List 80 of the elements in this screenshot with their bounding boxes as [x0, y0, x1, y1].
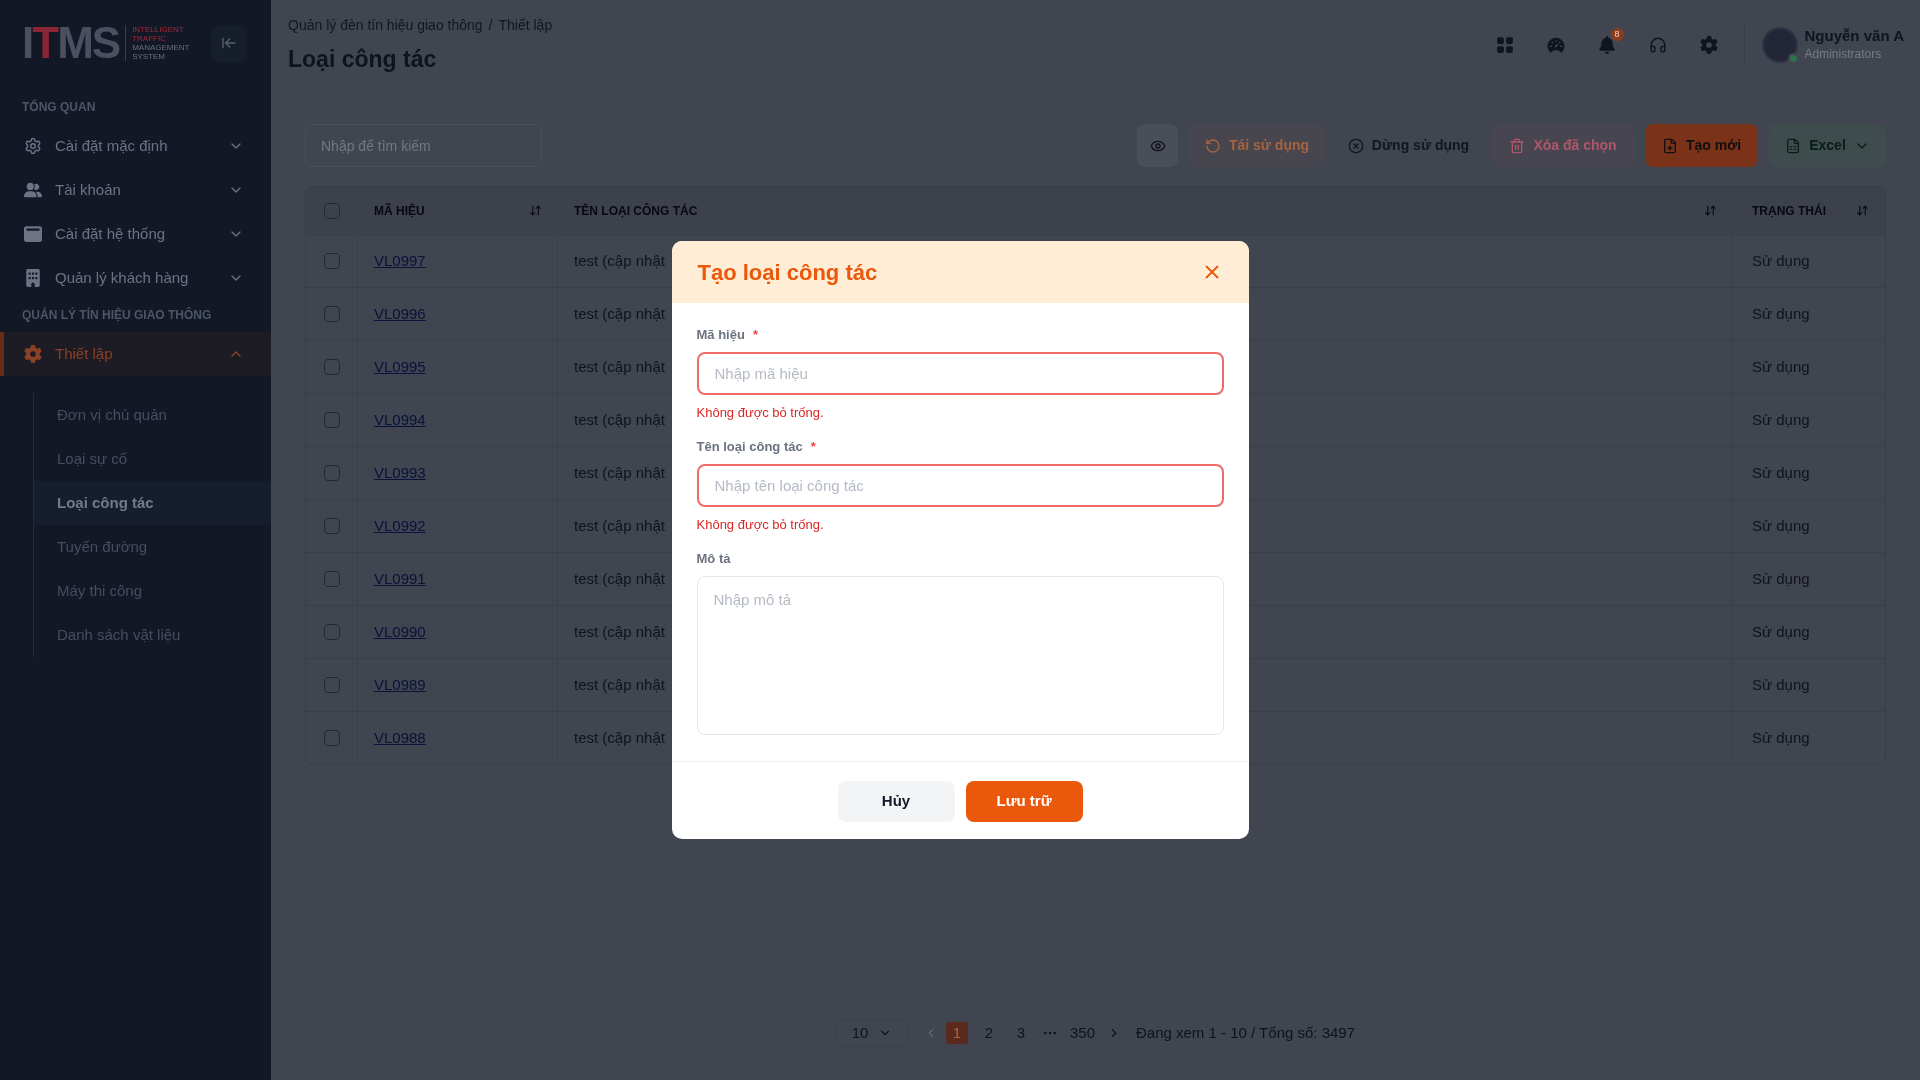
- circle-x-icon: [1347, 137, 1364, 154]
- settings-icon: [24, 137, 42, 155]
- arrow-left-bar-icon: [221, 35, 237, 51]
- trash-icon: [1509, 137, 1526, 154]
- save-button[interactable]: Lưu trữ: [965, 781, 1083, 822]
- submenu-item[interactable]: Loại công tác: [34, 481, 271, 525]
- error-message: Không được bỏ trống.: [696, 404, 825, 422]
- sort-icon[interactable]: [529, 204, 542, 217]
- code-link[interactable]: VL0997: [374, 249, 426, 273]
- excel-export-button[interactable]: Excel: [1769, 124, 1886, 167]
- settings-icon[interactable]: [1699, 36, 1718, 54]
- error-message: Không được bỏ trống.: [696, 516, 825, 534]
- row-checkbox[interactable]: [323, 412, 340, 428]
- row-checkbox[interactable]: [323, 465, 340, 481]
- users-icon: [24, 181, 42, 199]
- text-input[interactable]: Nhập tên loại công tác: [696, 464, 1224, 507]
- sidebar-item[interactable]: Cài đặt hệ thống: [0, 212, 271, 256]
- sidebar-item[interactable]: Thiết lập: [0, 332, 271, 376]
- logo-wordmark: ITMS: [22, 22, 120, 64]
- submenu-item[interactable]: Tuyến đường: [34, 525, 271, 569]
- headset-icon[interactable]: [1648, 36, 1667, 54]
- code-link[interactable]: VL0994: [374, 408, 426, 432]
- row-checkbox[interactable]: [323, 253, 340, 269]
- grid-icon[interactable]: [1495, 36, 1514, 54]
- gear-icon: [24, 345, 42, 363]
- section-heading: QUẢN LÝ TÍN HIỆU GIAO THÔNG: [21, 306, 213, 324]
- row-checkbox[interactable]: [323, 359, 340, 375]
- collapse-sidebar-button[interactable]: [211, 24, 247, 62]
- sidebar-item[interactable]: Tài khoản: [0, 168, 271, 212]
- code-link[interactable]: VL0992: [374, 514, 426, 538]
- code-link[interactable]: VL0991: [374, 567, 426, 591]
- code-link[interactable]: VL0996: [374, 302, 426, 326]
- view-button[interactable]: [1137, 124, 1178, 167]
- column-header: TRẠNG THÁI: [1752, 202, 1826, 220]
- logo-tagline: INTELLIGENT TRAFFIC MANAGEMENT SYSTEM: [125, 25, 190, 61]
- page-button[interactable]: 1: [945, 1022, 968, 1044]
- textarea-field[interactable]: Nhập mô tả: [696, 576, 1224, 735]
- sidebar-item[interactable]: Quản lý khách hàng: [0, 256, 271, 300]
- select-all-checkbox[interactable]: [324, 202, 340, 219]
- field-label: Tên loại công tác: [696, 438, 803, 457]
- row-checkbox[interactable]: [323, 677, 340, 693]
- avatar[interactable]: [1761, 27, 1798, 63]
- submenu-item[interactable]: Máy thi công: [34, 569, 271, 613]
- code-link[interactable]: VL0988: [374, 726, 426, 750]
- column-header: TÊN LOẠI CÔNG TÁC: [574, 202, 698, 220]
- row-checkbox[interactable]: [323, 306, 340, 322]
- row-checkbox[interactable]: [323, 571, 340, 587]
- row-checkbox[interactable]: [323, 624, 340, 640]
- submenu-item[interactable]: Đơn vị chủ quản: [34, 393, 271, 437]
- section-heading: TỔNG QUAN: [21, 98, 97, 116]
- field-label: Mã hiệu: [696, 326, 745, 345]
- create-button[interactable]: Tạo mới: [1645, 124, 1758, 167]
- submenu-item[interactable]: Danh sách vật liệu: [34, 613, 271, 657]
- window-icon: [24, 225, 42, 243]
- code-link[interactable]: VL0993: [374, 461, 426, 485]
- field-label: Mô tả: [696, 550, 731, 569]
- code-link[interactable]: VL0990: [374, 620, 426, 644]
- column-header: MÃ HIỆU: [374, 202, 425, 220]
- speedometer-icon[interactable]: [1546, 36, 1565, 54]
- text-input[interactable]: Nhập mã hiệu: [696, 352, 1224, 395]
- row-checkbox[interactable]: [323, 730, 340, 746]
- required-asterisk: *: [810, 438, 816, 457]
- breadcrumb-separator: /: [488, 16, 493, 35]
- bell-icon[interactable]: [1597, 36, 1616, 54]
- building-icon: [24, 269, 42, 287]
- code-link[interactable]: VL0989: [374, 673, 426, 697]
- sort-icon[interactable]: [1856, 204, 1869, 217]
- file-plus-icon: [1661, 137, 1678, 154]
- spreadsheet-icon: [1785, 137, 1802, 154]
- cancel-button[interactable]: Hủy: [837, 781, 955, 822]
- user-role: Administrators: [1804, 46, 1883, 63]
- row-checkbox[interactable]: [323, 518, 340, 534]
- code-link[interactable]: VL0995: [374, 355, 426, 379]
- submenu-item[interactable]: Loại sự cố: [34, 437, 271, 481]
- required-asterisk: *: [752, 326, 758, 345]
- sort-icon[interactable]: [1704, 204, 1717, 217]
- sidebar-item[interactable]: Cài đặt mặc định: [0, 124, 271, 168]
- notification-badge: 8: [1610, 28, 1624, 41]
- modal-title: Tạo loại công tác: [697, 258, 878, 287]
- rotate-arrow-icon: [1204, 137, 1221, 154]
